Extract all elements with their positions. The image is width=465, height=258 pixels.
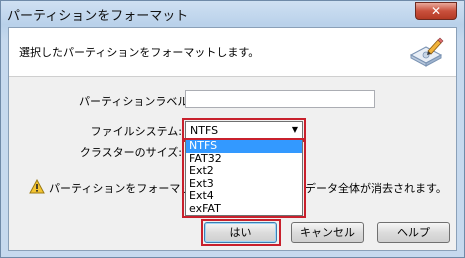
dialog-body: 選択したパーティションをフォーマットします。 パーティションラベル: ファイルシ… xyxy=(8,27,457,251)
cancel-button[interactable]: キャンセル xyxy=(291,222,364,243)
partition-label-label: パーティションラベル: xyxy=(79,95,193,108)
title-bar[interactable]: パーティションをフォーマット ✕ xyxy=(1,1,464,27)
warning-text-right: データ全体が消去されます。 xyxy=(305,182,447,195)
close-icon: ✕ xyxy=(430,4,442,18)
format-disk-icon xyxy=(409,37,444,67)
file-system-label: ファイルシステム: xyxy=(90,125,182,138)
help-button[interactable]: ヘルプ xyxy=(377,222,450,243)
dialog-title: パーティションをフォーマット xyxy=(7,9,189,24)
format-partition-dialog: パーティションをフォーマット ✕ 選択したパーティションをフォーマットします。 … xyxy=(0,0,465,258)
highlight-box-list xyxy=(182,138,306,218)
highlight-box-ok xyxy=(201,219,281,246)
warning-icon xyxy=(29,178,45,194)
header-text: 選択したパーティションをフォーマットします。 xyxy=(19,46,260,59)
header-band: 選択したパーティションをフォーマットします。 xyxy=(9,28,456,77)
cluster-size-label: クラスターのサイズ: xyxy=(79,146,182,159)
partition-label-input[interactable] xyxy=(185,90,375,108)
close-button[interactable]: ✕ xyxy=(415,2,457,20)
